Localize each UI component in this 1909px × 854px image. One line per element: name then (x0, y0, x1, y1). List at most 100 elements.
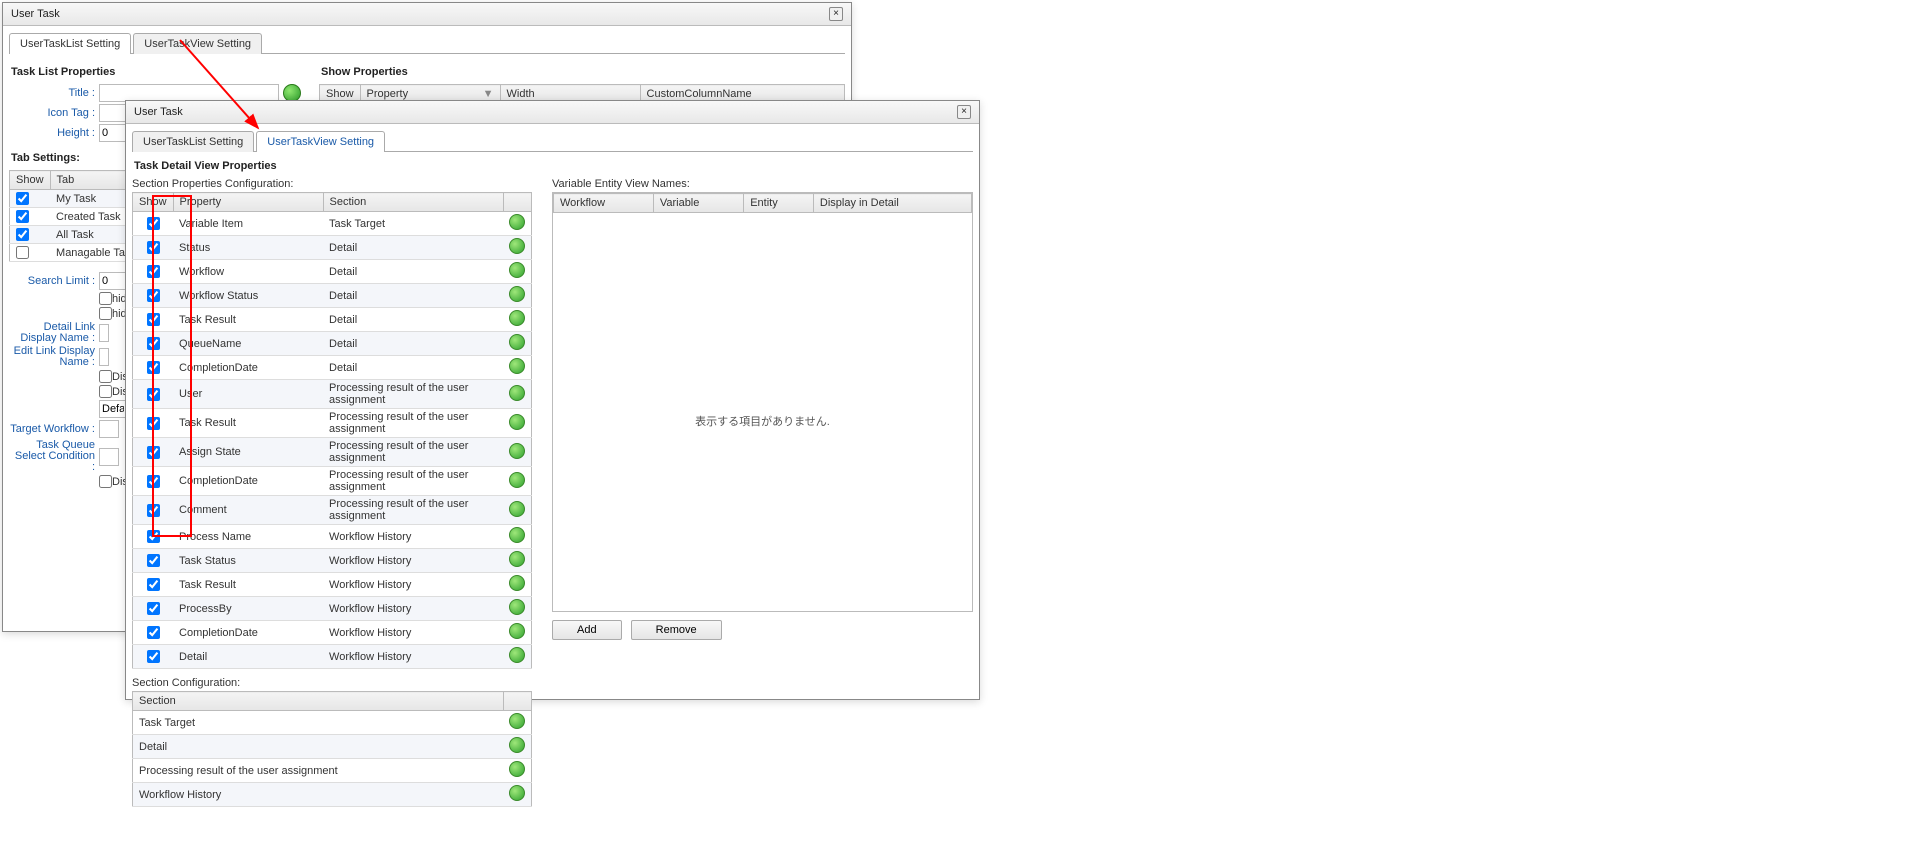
edit-icon[interactable] (509, 238, 525, 254)
cb-row[interactable] (147, 388, 160, 401)
cb-dis2[interactable] (99, 385, 112, 398)
table-row[interactable]: Comment Processing result of the user as… (133, 496, 532, 525)
close-icon[interactable]: × (957, 105, 971, 119)
edit-icon[interactable] (509, 214, 525, 230)
empty-message: 表示する項目がありません. (553, 213, 972, 629)
table-row[interactable]: User Processing result of the user assig… (133, 380, 532, 409)
close-icon[interactable]: × (829, 7, 843, 21)
cb-row[interactable] (147, 217, 160, 230)
table-row[interactable]: ProcessBy Workflow History (133, 597, 532, 621)
remove-button[interactable]: Remove (631, 620, 722, 640)
edit-icon[interactable] (509, 647, 525, 663)
cell-property: Task Result (173, 573, 323, 597)
edit-icon[interactable] (509, 310, 525, 326)
table-row[interactable]: Task Result Workflow History (133, 573, 532, 597)
cell-section: Processing result of the user assignment (323, 438, 503, 467)
task-queue-input[interactable] (99, 448, 119, 466)
cell-section: Processing result of the user assignment (323, 380, 503, 409)
cb-row[interactable] (147, 554, 160, 567)
edit-icon[interactable] (509, 527, 525, 543)
cb-hid1[interactable] (99, 292, 112, 305)
cb-managable[interactable] (16, 246, 29, 259)
defau-input[interactable] (99, 400, 127, 418)
variable-entity-heading: Variable Entity View Names: (552, 178, 973, 190)
edit-icon[interactable] (509, 385, 525, 401)
edit-icon[interactable] (509, 262, 525, 278)
cb-row[interactable] (147, 361, 160, 374)
section-config-table: Section Task Target Detail Processing re… (132, 691, 532, 807)
tab-usertaskview[interactable]: UserTaskView Setting (133, 33, 262, 54)
cb-hid2[interactable] (99, 307, 112, 320)
edit-icon[interactable] (509, 551, 525, 567)
detail-link-label: Detail Link Display Name : (9, 322, 99, 344)
detail-link-input[interactable] (99, 324, 109, 342)
table-row[interactable]: Workflow Detail (133, 260, 532, 284)
cb-row[interactable] (147, 530, 160, 543)
target-wf-input[interactable] (99, 420, 119, 438)
cb-row[interactable] (147, 313, 160, 326)
edit-icon[interactable] (509, 472, 525, 488)
table-row[interactable]: CompletionDate Detail (133, 356, 532, 380)
table-row[interactable]: CompletionDate Processing result of the … (133, 467, 532, 496)
cb-row[interactable] (147, 289, 160, 302)
edit-icon[interactable] (509, 599, 525, 615)
cell-section-name: Detail (133, 735, 504, 759)
table-row[interactable]: Task Target (133, 711, 532, 735)
table-row[interactable]: Assign State Processing result of the us… (133, 438, 532, 467)
cb-dis1[interactable] (99, 370, 112, 383)
tab-usertasklist[interactable]: UserTaskList Setting (9, 33, 131, 54)
table-row[interactable]: QueueName Detail (133, 332, 532, 356)
edit-icon[interactable] (509, 737, 525, 753)
cb-row[interactable] (147, 241, 160, 254)
cb-dis3[interactable] (99, 475, 112, 488)
table-row[interactable]: Detail (133, 735, 532, 759)
cb-row[interactable] (147, 417, 160, 430)
tab-usertaskview-front[interactable]: UserTaskView Setting (256, 131, 385, 152)
cb-row[interactable] (147, 504, 160, 517)
edit-icon[interactable] (509, 334, 525, 350)
cb-row[interactable] (147, 602, 160, 615)
front-dialog: User Task × UserTaskList Setting UserTas… (125, 100, 980, 700)
edit-link-input[interactable] (99, 348, 109, 366)
table-row[interactable]: Processing result of the user assignment (133, 759, 532, 783)
cell-section-name: Workflow History (133, 783, 504, 807)
table-row[interactable]: Status Detail (133, 236, 532, 260)
cb-row[interactable] (147, 265, 160, 278)
cb-row[interactable] (147, 337, 160, 350)
edit-icon[interactable] (509, 623, 525, 639)
tab-usertasklist-front[interactable]: UserTaskList Setting (132, 131, 254, 152)
cell-property: Process Name (173, 525, 323, 549)
edit-link-label: Edit Link Display Name : (9, 346, 99, 368)
table-row[interactable]: Task Result Detail (133, 308, 532, 332)
task-detail-heading: Task Detail View Properties (134, 160, 973, 172)
cell-section: Workflow History (323, 525, 503, 549)
edit-icon[interactable] (509, 761, 525, 777)
table-row[interactable]: Task Result Processing result of the use… (133, 409, 532, 438)
table-row[interactable]: CompletionDate Workflow History (133, 621, 532, 645)
edit-icon[interactable] (509, 286, 525, 302)
edit-icon[interactable] (509, 575, 525, 591)
cb-mytask[interactable] (16, 192, 29, 205)
table-row[interactable]: Workflow Status Detail (133, 284, 532, 308)
cb-row[interactable] (147, 626, 160, 639)
cb-row[interactable] (147, 578, 160, 591)
table-row[interactable]: Variable Item Task Target (133, 212, 532, 236)
edit-icon[interactable] (509, 785, 525, 801)
edit-icon[interactable] (509, 713, 525, 729)
cb-createdtask[interactable] (16, 210, 29, 223)
add-button[interactable]: Add (552, 620, 622, 640)
back-dialog-titlebar: User Task × (3, 3, 851, 26)
cb-alltask[interactable] (16, 228, 29, 241)
table-row[interactable]: Detail Workflow History (133, 645, 532, 669)
cb-row[interactable] (147, 650, 160, 663)
cb-row[interactable] (147, 446, 160, 459)
back-dialog-title: User Task (11, 8, 60, 20)
cb-row[interactable] (147, 475, 160, 488)
edit-icon[interactable] (509, 358, 525, 374)
edit-icon[interactable] (509, 501, 525, 517)
table-row[interactable]: Workflow History (133, 783, 532, 807)
table-row[interactable]: Process Name Workflow History (133, 525, 532, 549)
table-row[interactable]: Task Status Workflow History (133, 549, 532, 573)
edit-icon[interactable] (509, 414, 525, 430)
edit-icon[interactable] (509, 443, 525, 459)
